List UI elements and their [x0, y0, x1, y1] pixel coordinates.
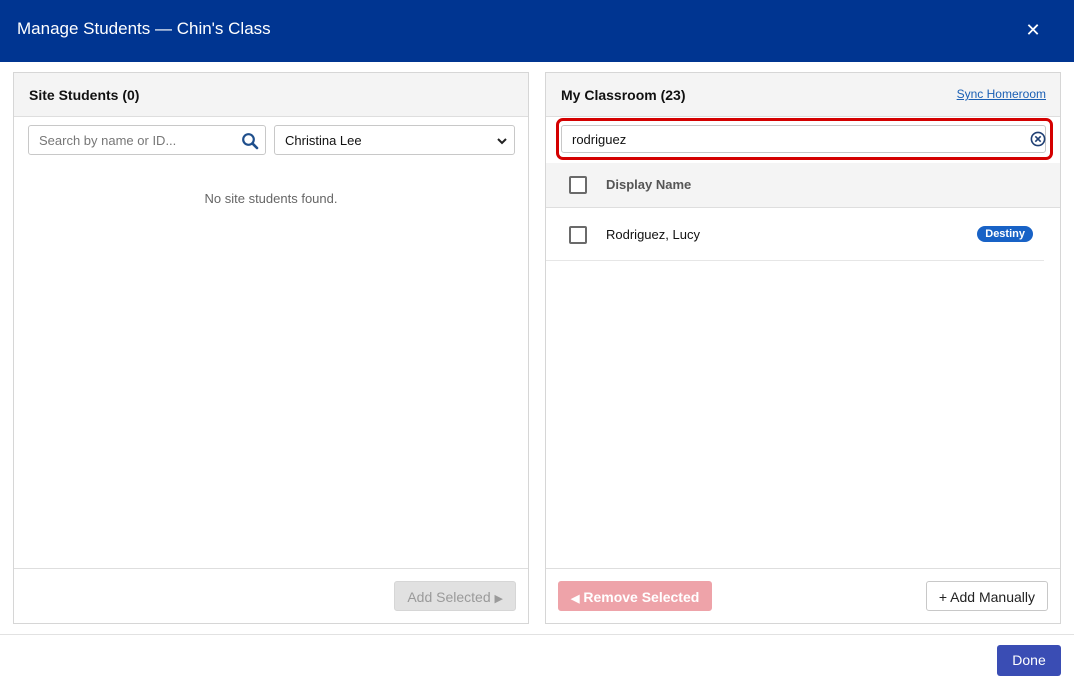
classroom-table-header: Display Name	[546, 163, 1060, 208]
add-selected-button[interactable]: Add Selected ▶	[394, 581, 516, 611]
site-students-header: Site Students (0)	[14, 73, 528, 117]
my-classroom-header: My Classroom (23) Sync Homeroom	[546, 73, 1060, 117]
remove-selected-button[interactable]: ◀ Remove Selected	[558, 581, 713, 611]
arrow-left-icon: ◀	[571, 593, 580, 605]
row-checkbox[interactable]	[569, 226, 587, 244]
remove-selected-label: Remove Selected	[583, 589, 700, 605]
add-manually-button[interactable]: + Add Manually	[925, 581, 1048, 611]
destiny-badge: Destiny	[977, 226, 1033, 242]
arrow-right-icon: ▶	[494, 593, 503, 605]
clear-search-icon[interactable]	[1030, 131, 1046, 147]
my-classroom-panel: My Classroom (23) Sync Homeroom Display …	[545, 72, 1061, 624]
manage-students-modal: Manage Students — Chin's Class ✕ Site St…	[0, 0, 1074, 687]
search-icon[interactable]	[241, 132, 259, 150]
no-site-students-message: No site students found.	[204, 191, 338, 206]
add-selected-label: Add Selected	[407, 589, 491, 605]
classroom-search-input[interactable]	[561, 125, 1046, 153]
display-name-column-header[interactable]: Display Name	[606, 177, 691, 192]
my-classroom-footer: ◀ Remove Selected + Add Manually	[546, 568, 1060, 623]
site-students-footer: Add Selected ▶	[14, 568, 528, 623]
my-classroom-title: My Classroom (23)	[561, 87, 686, 103]
modal-header: Manage Students — Chin's Class ✕	[0, 0, 1074, 62]
student-name: Rodriguez, Lucy	[606, 227, 700, 242]
site-students-title: Site Students (0)	[29, 87, 140, 103]
modal-title: Manage Students — Chin's Class	[17, 19, 271, 38]
classroom-search-highlight	[556, 118, 1053, 160]
site-search-box	[28, 125, 266, 155]
site-students-panel: Site Students (0) Christina Lee No site …	[13, 72, 529, 624]
chevron-down-icon	[497, 138, 507, 145]
site-search-input[interactable]	[29, 126, 234, 154]
table-row[interactable]: Rodriguez, Lucy Destiny	[546, 209, 1044, 261]
teacher-filter-value: Christina Lee	[285, 133, 362, 148]
close-icon: ✕	[1025, 20, 1041, 40]
sync-homeroom-link[interactable]: Sync Homeroom	[957, 87, 1046, 101]
select-all-checkbox[interactable]	[569, 176, 587, 194]
done-button[interactable]: Done	[997, 645, 1061, 676]
close-button[interactable]: ✕	[1022, 18, 1044, 42]
teacher-filter-select[interactable]: Christina Lee	[274, 125, 515, 155]
modal-footer: Done	[0, 634, 1074, 687]
